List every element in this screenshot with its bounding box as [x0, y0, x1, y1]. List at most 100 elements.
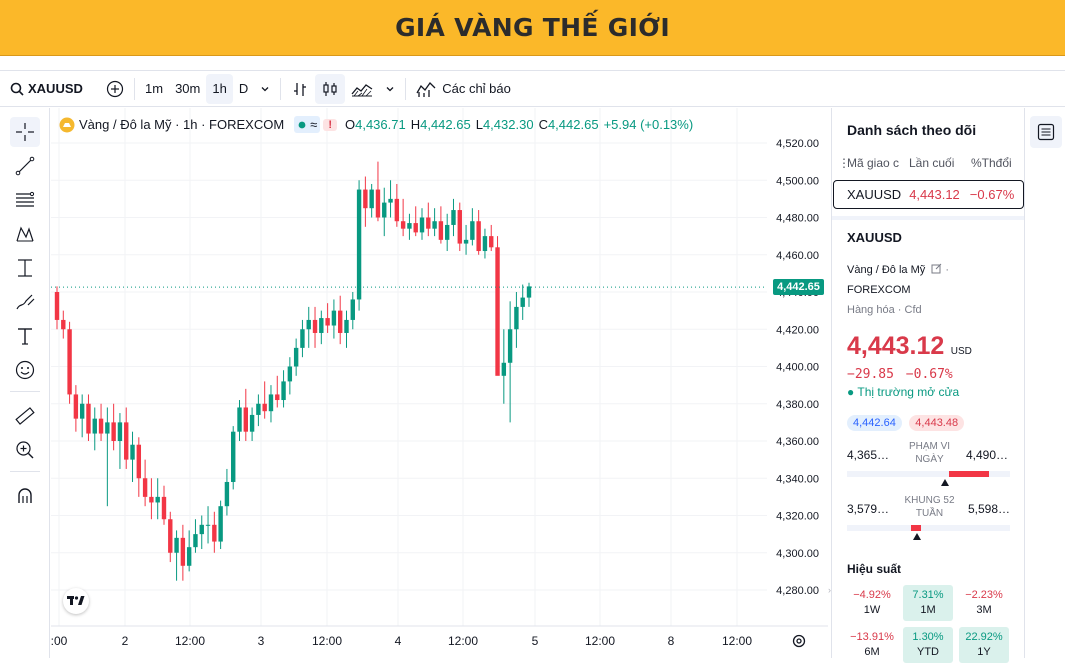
candle-body: [350, 299, 355, 320]
interval-1m[interactable]: 1m: [139, 74, 169, 104]
area-chart-icon: [351, 83, 373, 96]
candle-body: [155, 496, 160, 503]
candle-body: [98, 418, 104, 434]
detail-change: −29.85: [847, 367, 894, 382]
watchlist-title: Danh sách theo dõi: [847, 122, 977, 138]
legend-high-label: H: [410, 117, 421, 132]
candles-style-button[interactable]: [315, 73, 346, 104]
candle-body: [356, 189, 362, 300]
chart-area[interactable]: 4,520.004,500.004,480.004,460.004,440.00…: [51, 108, 828, 658]
interval-30m[interactable]: 30m: [169, 74, 206, 104]
candle-body: [54, 292, 60, 320]
collapse-handle[interactable]: ›: [828, 585, 831, 595]
bars-icon: [294, 82, 307, 96]
col-symbol[interactable]: Mã giao c: [847, 156, 899, 170]
status-dot-icon: ●: [847, 385, 855, 399]
day-high: 4,490…: [966, 448, 1009, 462]
y-tick-label: 4,360.00: [776, 436, 819, 448]
tradingview-logo[interactable]: [63, 588, 89, 614]
interval-dropdown[interactable]: [254, 74, 276, 104]
candle-body: [92, 418, 97, 434]
text-tool[interactable]: [10, 321, 40, 351]
row-symbol: XAUUSD: [847, 187, 902, 202]
price-chart[interactable]: 4,520.004,500.004,480.004,460.004,440.00…: [51, 108, 828, 658]
performance-cell[interactable]: −2.23% 3M: [959, 585, 1009, 621]
candle-body: [161, 496, 167, 520]
interval-1h[interactable]: 1h: [206, 73, 233, 104]
indicators-button[interactable]: Các chỉ báo: [410, 74, 517, 104]
trendline-icon: [15, 156, 35, 176]
bid-ask-row: 4,442.64 4,443.48: [847, 413, 965, 431]
legend-change: +5.94 (+0.13%): [603, 117, 694, 132]
y-tick-label: 4,340.00: [776, 473, 819, 485]
crosshair-tool[interactable]: [10, 117, 40, 147]
chart-settings-button[interactable]: [791, 633, 809, 651]
symbol-search[interactable]: XAUUSD: [0, 74, 100, 104]
watchlist-toggle[interactable]: [1030, 116, 1062, 148]
candle-body: [73, 394, 79, 419]
detail-name: Vàng / Đô la Mỹ: [847, 264, 926, 276]
detail-symbol[interactable]: XAUUSD: [847, 230, 902, 245]
area-style-button[interactable]: [345, 74, 379, 104]
search-icon: [10, 82, 24, 96]
candle-body: [331, 310, 337, 326]
legend-open: 4,436.71: [355, 117, 406, 132]
detail-price: 4,443.12: [847, 332, 945, 360]
emoji-tool[interactable]: [10, 355, 40, 385]
measure-tool[interactable]: [10, 253, 40, 283]
fib-tool[interactable]: [10, 185, 40, 215]
watchlist-row[interactable]: XAUUSD 4,443.12 −0.67%: [833, 180, 1024, 209]
performance-value: −2.23%: [965, 589, 1003, 601]
x-tick-label: 12:00: [585, 634, 615, 648]
candle-body: [249, 414, 255, 432]
external-link-icon[interactable]: [931, 263, 942, 274]
bar-style-button[interactable]: [285, 74, 315, 104]
x-tick-label: 12:00: [448, 634, 478, 648]
performance-cell[interactable]: −4.92% 1W: [847, 585, 897, 621]
candle-body: [212, 524, 217, 542]
x-tick-label: 3: [258, 634, 265, 648]
detail-category: Hàng hóa: [847, 304, 895, 316]
trendline-tool[interactable]: [10, 151, 40, 181]
performance-value: −13.91%: [850, 631, 894, 643]
y-tick-label: 4,420.00: [776, 324, 819, 336]
chart-legend: Vàng / Đô la Mỹ · 1h · FOREXCOM ≈ ! O 4,4…: [59, 116, 693, 133]
candle-body: [67, 329, 72, 395]
row-last: 4,443.12: [909, 187, 960, 202]
col-change[interactable]: %Thđổi: [971, 156, 1012, 170]
bid-pill: 4,442.64: [847, 415, 902, 431]
brush-tool[interactable]: [10, 287, 40, 317]
wk52-high: 5,598…: [968, 502, 1011, 516]
col-last[interactable]: Lần cuối: [909, 156, 954, 170]
pattern-tool[interactable]: [10, 219, 40, 249]
compare-button[interactable]: [100, 74, 130, 104]
y-tick-label: 4,400.00: [776, 362, 819, 374]
price-tag: 4,442.65: [773, 279, 824, 296]
candle-body: [375, 189, 381, 218]
ruler-tool[interactable]: [10, 401, 40, 431]
candle-body: [262, 403, 267, 412]
candle-body: [180, 537, 186, 566]
candles-icon: [323, 81, 337, 96]
brush-icon: [16, 294, 35, 310]
candle-body: [501, 362, 507, 376]
candle-body: [168, 519, 173, 553]
candle-body: [142, 478, 148, 497]
legend-low: 4,432.30: [482, 117, 534, 132]
candle-body: [174, 537, 179, 553]
crosshair-icon: [16, 123, 34, 141]
candle-body: [319, 318, 324, 333]
candle-body: [300, 329, 305, 348]
interval-d[interactable]: D: [233, 74, 254, 104]
magnet-tool[interactable]: [10, 481, 40, 511]
day-range-label: PHẠM VI NGÀY: [908, 441, 951, 465]
performance-cell[interactable]: 7.31% 1M: [903, 585, 953, 621]
wk52-label: KHUNG 52 TUẦN: [904, 495, 955, 519]
candle-body: [61, 319, 66, 330]
chart-type-dropdown[interactable]: [379, 74, 401, 104]
y-tick-label: 4,480.00: [776, 213, 819, 225]
ask-pill: 4,443.48: [909, 415, 965, 431]
warning-badge[interactable]: !: [323, 118, 337, 131]
legend-close: 4,442.65: [547, 117, 599, 132]
zoom-tool[interactable]: [10, 435, 40, 465]
